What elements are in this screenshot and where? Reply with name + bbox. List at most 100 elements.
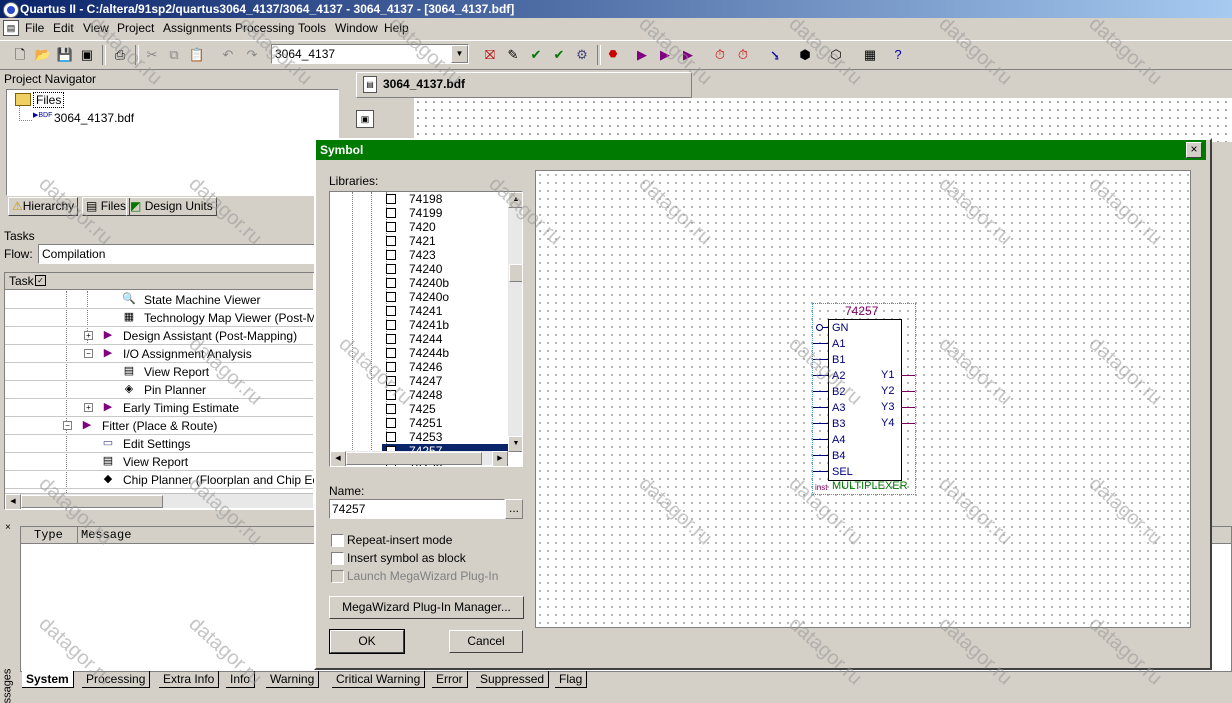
task-row[interactable]: − ▶ Fitter (Place & Route) <box>5 416 313 435</box>
flow-select[interactable]: Compilation <box>38 244 318 264</box>
library-item[interactable]: 74199 <box>382 206 522 220</box>
close-icon[interactable]: × <box>1186 142 1202 158</box>
help-icon[interactable]: ? <box>888 45 908 65</box>
task-row[interactable]: ▭ Edit Settings <box>5 434 313 453</box>
task-row[interactable]: 🔍 State Machine Viewer <box>5 290 313 309</box>
tab-critical-warning[interactable]: Critical Warning <box>332 671 426 688</box>
paste-icon[interactable]: 📋 <box>187 45 207 65</box>
stop-icon[interactable]: ⬣ <box>603 45 623 65</box>
expand-icon[interactable]: + <box>84 403 93 412</box>
library-item[interactable]: 74240b <box>382 276 522 290</box>
library-item[interactable]: 74247 <box>382 374 522 388</box>
library-item[interactable]: 74240 <box>382 262 522 276</box>
menu-processing[interactable]: Processing <box>235 21 294 35</box>
collapse-icon[interactable]: − <box>84 349 93 358</box>
tab-hierarchy[interactable]: ⚠Hierarchy <box>8 197 79 216</box>
libraries-vertical-scrollbar[interactable]: ▲ ▼ <box>508 192 522 452</box>
undo-icon[interactable]: ↶ <box>218 45 238 65</box>
simulator-icon[interactable]: ⭸ <box>765 45 785 65</box>
task-row[interactable]: ◆ Chip Planner (Floorplan and Chip Editor… <box>5 470 315 489</box>
scroll-right-icon[interactable]: ▶ <box>492 451 508 466</box>
type-column[interactable]: Type <box>21 527 78 543</box>
scroll-thumb[interactable] <box>21 495 163 508</box>
library-item[interactable]: 74241b <box>382 318 522 332</box>
name-input[interactable]: 74257 <box>329 499 505 519</box>
menu-window[interactable]: Window <box>335 21 378 35</box>
message-column[interactable]: Message <box>81 528 131 542</box>
collapse-icon[interactable]: − <box>63 421 72 430</box>
timing-analyzer-icon[interactable]: ⏱ <box>710 45 730 65</box>
checkbox-icon[interactable]: ✓ <box>35 275 46 286</box>
task-row[interactable]: − ▶ I/O Assignment Analysis <box>5 344 313 363</box>
menu-edit[interactable]: Edit <box>53 21 74 35</box>
timequest-icon[interactable]: ⏱ <box>733 45 753 65</box>
scroll-left-icon[interactable]: ◀ <box>5 494 21 509</box>
expand-icon[interactable]: + <box>84 331 93 340</box>
programmer-icon[interactable]: ⬢ <box>795 45 815 65</box>
tab-flag[interactable]: Flag <box>555 671 588 688</box>
tab-suppressed[interactable]: Suppressed <box>476 671 550 688</box>
tab-files[interactable]: ▤ Files <box>82 197 131 216</box>
scroll-up-icon[interactable]: ▲ <box>508 192 522 208</box>
scroll-thumb[interactable] <box>509 264 522 282</box>
megawizard-button[interactable]: MegaWizard Plug-In Manager... <box>329 596 524 619</box>
browse-button[interactable]: ... <box>505 499 523 519</box>
libraries-horizontal-scrollbar[interactable]: ◀ ▶ <box>330 451 508 466</box>
schematic-canvas[interactable] <box>414 98 1232 142</box>
open-icon[interactable]: 📂 <box>33 45 53 65</box>
task-row[interactable]: ▤ View Report <box>5 362 313 381</box>
repeat-insert-label[interactable]: Repeat-insert mode <box>347 533 452 547</box>
library-item[interactable]: 74253 <box>382 430 522 444</box>
project-combo[interactable]: 3064_4137 ▼ <box>271 44 469 64</box>
library-item[interactable]: 7425 <box>382 402 522 416</box>
ok-button[interactable]: OK <box>329 629 405 654</box>
start-compilation-icon[interactable]: ▶ <box>632 45 652 65</box>
libraries-tree[interactable]: 74198 74199 7420 7421 7423 74240 74240b … <box>329 191 523 467</box>
repeat-insert-checkbox[interactable] <box>331 534 344 547</box>
start-analysis-icon[interactable]: ▶ <box>655 45 675 65</box>
task-row[interactable]: ◈ Pin Planner <box>5 380 313 399</box>
pencil-icon[interactable]: ✎ <box>503 45 523 65</box>
insert-as-block-checkbox[interactable] <box>331 552 344 565</box>
library-item[interactable]: 74246 <box>382 360 522 374</box>
scroll-thumb[interactable] <box>346 452 482 465</box>
file-item[interactable]: 3064_4137.bdf <box>54 111 134 125</box>
save-all-icon[interactable]: ▣ <box>77 45 97 65</box>
menu-help[interactable]: Help <box>384 21 409 35</box>
check-all-icon[interactable]: ✔ <box>549 45 569 65</box>
tab-extra-info[interactable]: Extra Info <box>159 671 220 688</box>
tab-processing[interactable]: Processing <box>82 671 151 688</box>
tab-design-units[interactable]: ◩ Design Units <box>126 197 217 216</box>
start-fitter-icon[interactable]: ▶ <box>678 45 698 65</box>
dialog-title-bar[interactable]: Symbol × <box>316 140 1206 160</box>
library-item[interactable]: 7423 <box>382 248 522 262</box>
redo-icon[interactable]: ↷ <box>242 45 262 65</box>
library-item[interactable]: 74244b <box>382 346 522 360</box>
new-icon[interactable]: 🗋 <box>10 45 30 65</box>
copy-icon[interactable]: ⧉ <box>164 45 184 65</box>
task-row[interactable]: + ▶ Early Timing Estimate <box>5 398 313 417</box>
library-item[interactable]: 7420 <box>382 220 522 234</box>
library-item[interactable]: 74240o <box>382 290 522 304</box>
settings-icon[interactable]: ⚙ <box>572 45 592 65</box>
task-column-header[interactable]: Task <box>9 274 34 288</box>
task-row[interactable]: + ▶ Design Assistant (Post-Mapping) <box>5 326 313 345</box>
pointer-tool-icon[interactable]: ▣ <box>356 110 374 128</box>
menu-tools[interactable]: Tools <box>298 21 326 35</box>
close-icon[interactable]: × <box>5 522 11 533</box>
library-item[interactable]: 74241 <box>382 304 522 318</box>
library-item[interactable]: 74251 <box>382 416 522 430</box>
scroll-down-icon[interactable]: ▼ <box>508 436 522 452</box>
library-item[interactable]: 74248 <box>382 388 522 402</box>
tab-system[interactable]: System <box>22 671 74 688</box>
tab-warning[interactable]: Warning <box>266 671 320 688</box>
library-item[interactable]: 74244 <box>382 332 522 346</box>
rtl-viewer-icon[interactable]: ⬡ <box>826 45 846 65</box>
save-icon[interactable]: 💾 <box>55 45 75 65</box>
document-icon[interactable]: ▤ <box>3 20 19 36</box>
print-icon[interactable]: ⎙ <box>110 45 130 65</box>
task-row[interactable]: ▤ View Report <box>5 452 313 471</box>
menu-file[interactable]: File <box>25 21 44 35</box>
menu-assignments[interactable]: Assignments <box>163 21 232 35</box>
chevron-down-icon[interactable]: ▼ <box>451 45 468 63</box>
